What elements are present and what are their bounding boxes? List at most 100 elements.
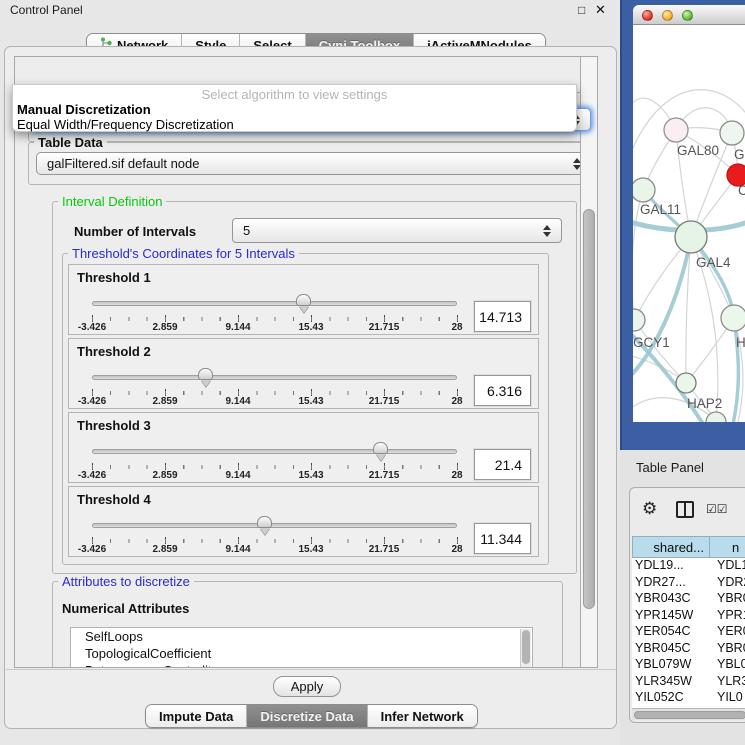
threshold-label: Threshold 3	[77, 418, 151, 433]
table-cell: YER054C	[632, 624, 712, 641]
column-header-name[interactable]: n	[710, 536, 745, 558]
slider-scale-label: 2.859	[135, 470, 195, 481]
network-window: GAL80GCGAL11GAL4GCY1HHAP2	[633, 5, 745, 422]
slider-thumb[interactable]	[198, 368, 213, 380]
slider-thumb[interactable]	[257, 516, 272, 528]
horizontal-scrollbar[interactable]	[632, 708, 745, 720]
node-table-container: ⚙ ☑☑ shared... n YDL19...YDL1YDR27...YDR…	[629, 487, 745, 723]
table-row[interactable]: YBL079WYBL0	[632, 657, 745, 674]
slider-scale-label: 21.715	[354, 544, 414, 555]
table-cell: YBR043C	[632, 591, 712, 608]
table-row[interactable]: YLR345WYLR3	[632, 674, 745, 691]
table-row[interactable]: YER054CYER0	[632, 624, 745, 641]
tab-infer-network[interactable]: Infer Network	[367, 705, 477, 727]
threshold-value-field[interactable]: 14.713	[474, 301, 531, 332]
horizontal-scrollbar-thumb[interactable]	[634, 711, 745, 719]
threshold-value-field[interactable]: 6.316	[474, 375, 531, 406]
slider-scale: -3.4262.8599.14415.4321.71528	[92, 396, 457, 408]
slider-scale-label: 9.144	[208, 470, 268, 481]
network-node[interactable]	[633, 309, 645, 331]
table-row[interactable]: YBR045CYBR0	[632, 641, 745, 658]
threshold-value-field[interactable]: 11.344	[474, 523, 531, 554]
control-panel: Control Panel □ ✕ Network Style Select C…	[0, 0, 620, 745]
slider-scale-label: 15.43	[281, 396, 341, 407]
network-node-label: HAP2	[687, 396, 722, 411]
network-node-label: GAL80	[677, 143, 719, 158]
network-node[interactable]	[675, 221, 707, 253]
combo-stepper-icon	[539, 225, 555, 237]
table-cell: YDL19...	[632, 558, 712, 575]
network-node[interactable]	[664, 118, 688, 142]
slider-scale: -3.4262.8599.14415.4321.71528	[92, 470, 457, 482]
column-header-shared-name[interactable]: shared...	[632, 536, 710, 558]
select-columns-icon[interactable]: ☑☑	[706, 502, 728, 516]
network-node[interactable]	[720, 121, 744, 145]
list-item[interactable]: BetweennessCentrality	[71, 662, 532, 668]
cyni-toolbox-panel: Discretization Algorithm Table Data galF…	[4, 46, 617, 729]
gear-icon[interactable]: ⚙	[642, 499, 657, 519]
interval-definition-group-title: Interval Definition	[58, 194, 166, 209]
network-node[interactable]	[706, 412, 726, 422]
apply-button[interactable]: Apply	[273, 676, 341, 697]
table-cell: YBR0	[712, 591, 745, 608]
float-window-icon[interactable]: □	[578, 3, 585, 17]
table-row[interactable]: YPR145WYPR1	[632, 608, 745, 625]
column-layout-icon[interactable]	[676, 501, 694, 518]
tab-discretize-data-label: Discretize Data	[260, 709, 353, 724]
popup-hint: Select algorithm to view settings	[13, 87, 576, 102]
vertical-scrollbar-thumb[interactable]	[583, 209, 595, 609]
threshold-value-field[interactable]: 21.4	[474, 449, 531, 480]
slider-minor-ticks	[92, 539, 458, 543]
popup-option-manual-discretization[interactable]: Manual Discretization	[17, 102, 151, 117]
network-node[interactable]	[721, 305, 745, 331]
vertical-scrollbar[interactable]	[580, 57, 597, 667]
slider-scale-label: 21.715	[354, 322, 414, 333]
slider-scale-label: 15.43	[281, 322, 341, 333]
table-cell: YBL079W	[632, 657, 712, 674]
threshold-label: Threshold 1	[77, 270, 151, 285]
slider-thumb[interactable]	[296, 294, 311, 306]
slider-track[interactable]	[92, 523, 457, 528]
numerical-attributes-list[interactable]: SelfLoops TopologicalCoefficient Between…	[70, 627, 533, 668]
table-panel-title: Table Panel	[636, 460, 704, 475]
slider-track[interactable]	[92, 301, 457, 306]
network-node[interactable]	[676, 373, 696, 393]
zoom-traffic-light-icon[interactable]	[682, 10, 693, 21]
table-row[interactable]: YBR043CYBR0	[632, 591, 745, 608]
table-cell: YBL0	[712, 657, 745, 674]
slider-scale: -3.4262.8599.14415.4321.71528	[92, 322, 457, 334]
list-scrollbar[interactable]	[520, 629, 531, 668]
table-data-combo[interactable]: galFiltered.sif default node	[36, 152, 592, 175]
control-panel-titlebar: Control Panel □ ✕	[0, 0, 620, 18]
close-traffic-light-icon[interactable]	[642, 10, 653, 21]
slider-scale-label: -3.426	[62, 470, 122, 481]
number-of-intervals-combo[interactable]: 5	[232, 218, 562, 243]
network-window-titlebar[interactable]	[633, 5, 745, 25]
close-panel-icon[interactable]: ✕	[595, 2, 606, 18]
table-row[interactable]: YDR27...YDR2	[632, 575, 745, 592]
table-row[interactable]: YIL052CYIL0	[632, 690, 745, 707]
slider-track[interactable]	[92, 449, 457, 454]
slider-scale-label: 15.43	[281, 544, 341, 555]
table-data-group-title: Table Data	[34, 135, 107, 150]
slider-scale-label: 9.144	[208, 322, 268, 333]
table-panel: Table Panel ⚙ ☑☑ shared... n YDL19...YDL…	[620, 450, 745, 745]
threshold-label: Threshold 2	[77, 344, 151, 359]
tab-impute-data[interactable]: Impute Data	[146, 705, 246, 727]
minimize-traffic-light-icon[interactable]	[662, 10, 673, 21]
network-canvas[interactable]: GAL80GCGAL11GAL4GCY1HHAP2	[633, 25, 745, 422]
table-cell: YER0	[712, 624, 745, 641]
network-graph: GAL80GCGAL11GAL4GCY1HHAP2	[633, 25, 745, 422]
slider-track[interactable]	[92, 375, 457, 380]
popup-option-equal-width-frequency[interactable]: Equal Width/Frequency Discretization	[17, 117, 234, 132]
list-item[interactable]: SelfLoops	[71, 628, 532, 645]
slider-scale-label: -3.426	[62, 396, 122, 407]
table-row[interactable]: YDL19...YDL1	[632, 558, 745, 575]
number-of-intervals-value: 5	[233, 223, 539, 238]
network-node-label: G	[734, 147, 745, 162]
settings-scrollpane: Discretization Algorithm Table Data galF…	[14, 56, 598, 668]
slider-thumb[interactable]	[373, 442, 388, 454]
list-item[interactable]: TopologicalCoefficient	[71, 645, 532, 662]
network-node[interactable]	[633, 178, 655, 202]
tab-discretize-data[interactable]: Discretize Data	[246, 705, 366, 727]
